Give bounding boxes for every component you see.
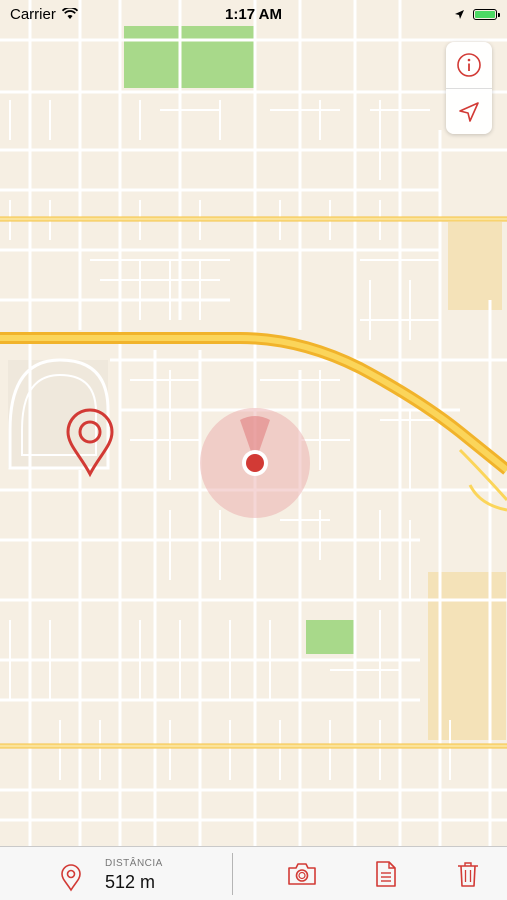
info-button[interactable] [446,42,492,88]
delete-button[interactable] [452,859,484,889]
map-view[interactable] [0,0,507,846]
park-area [124,26,254,88]
status-bar: Carrier 1:17 AM [0,0,507,28]
distance-value: 512 m [105,872,156,892]
location-arrow-icon [455,9,464,19]
map-pin-icon [61,864,81,892]
bottom-toolbar: DISTÂNCIA 512 m [0,846,507,900]
document-icon [376,861,396,887]
info-icon [457,53,481,77]
trash-icon [458,862,478,887]
park-area [306,620,354,654]
carrier-label: Carrier [10,5,56,23]
commercial-area [448,222,502,310]
distance-readout: DISTÂNCIA 512 m [61,855,218,895]
distance-label: DISTÂNCIA [105,858,163,869]
camera-icon [288,863,316,885]
camera-button[interactable] [286,859,318,889]
location-arrow-icon [459,102,479,122]
toolbar-divider [232,853,233,895]
notes-button[interactable] [370,859,402,889]
battery-icon [473,8,500,20]
wifi-icon [61,8,78,19]
locate-me-button[interactable] [446,88,492,135]
map-controls [446,42,492,134]
